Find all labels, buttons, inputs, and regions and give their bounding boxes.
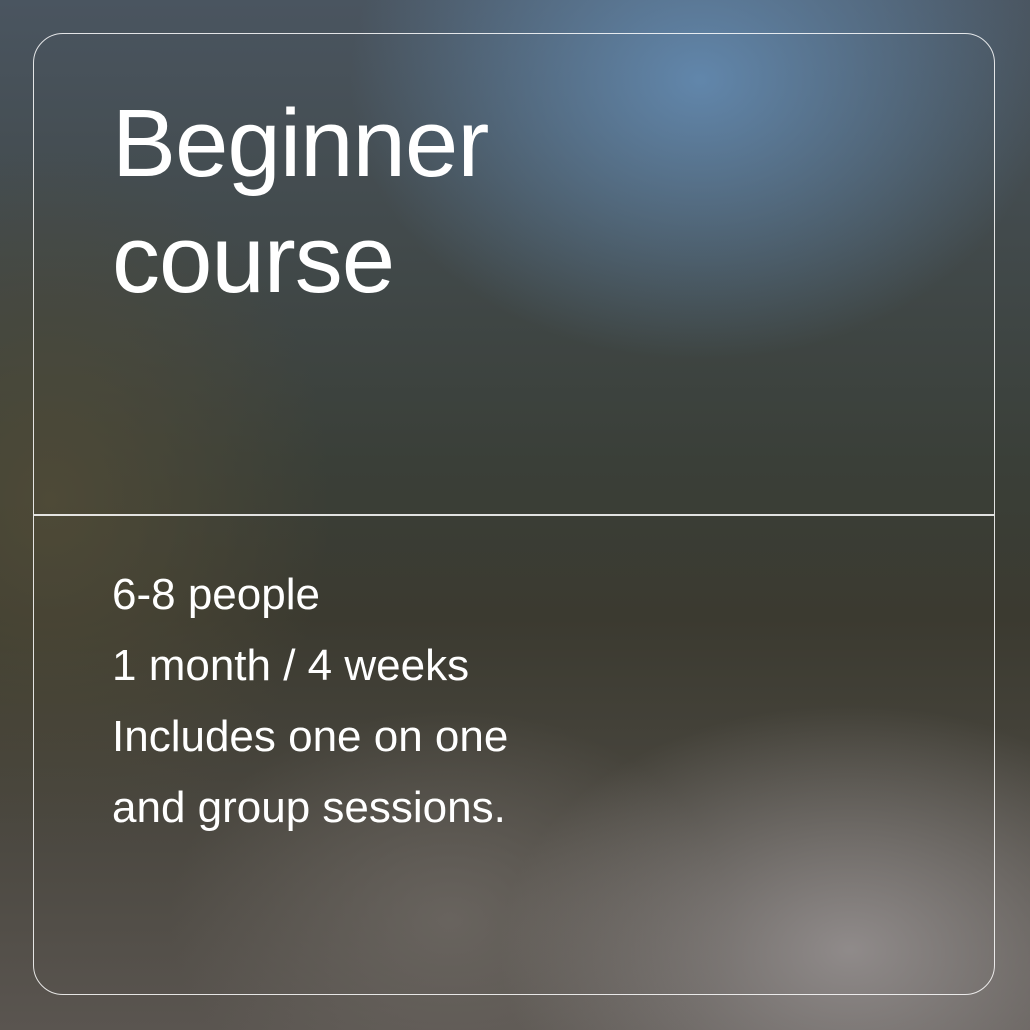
- detail-group-size: 6-8 people: [112, 570, 320, 619]
- detail-includes: Includes one on one: [112, 712, 509, 761]
- course-card: Beginner course 6-8 people 1 month / 4 w…: [33, 33, 995, 995]
- title-line-1: Beginner: [112, 90, 489, 197]
- course-details: 6-8 people 1 month / 4 weeks Includes on…: [112, 559, 508, 843]
- detail-sessions: and group sessions.: [112, 783, 506, 832]
- course-title: Beginner course: [112, 86, 489, 318]
- detail-duration: 1 month / 4 weeks: [112, 641, 470, 690]
- divider: [34, 514, 994, 516]
- title-line-2: course: [112, 206, 395, 313]
